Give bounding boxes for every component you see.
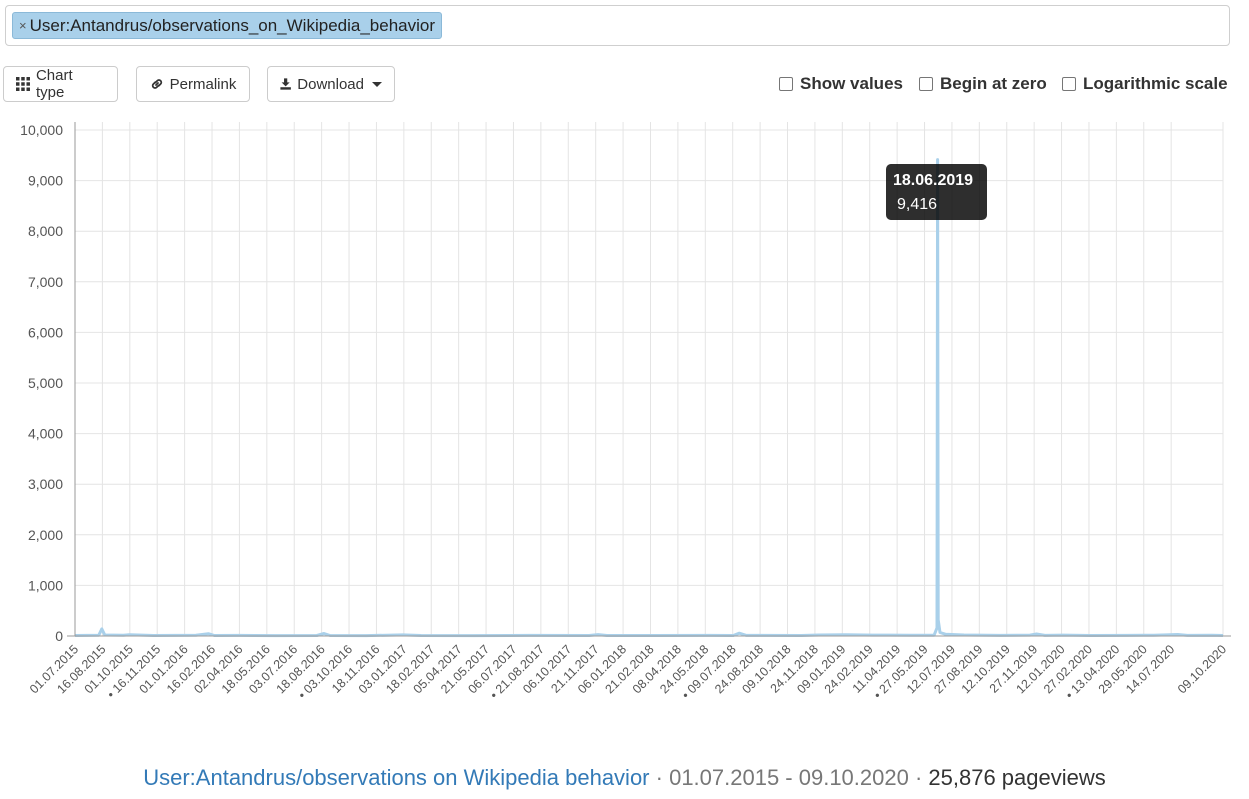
summary-separator: · <box>649 765 670 790</box>
y-tick-label: 4,000 <box>28 426 63 442</box>
y-tick-label: 3,000 <box>28 476 63 492</box>
download-button[interactable]: Download <box>267 66 395 102</box>
y-tick-label: 2,000 <box>28 527 63 543</box>
chart-type-button[interactable]: Chart type <box>3 66 118 102</box>
y-tick-label: 8,000 <box>28 223 63 239</box>
y-tick-label: 0 <box>55 628 63 644</box>
tooltip-value: 9,416 <box>897 196 938 213</box>
begin-at-zero-option[interactable]: Begin at zero <box>919 73 1047 95</box>
begin-at-zero-checkbox[interactable] <box>919 77 933 91</box>
chart-type-label: Chart type <box>35 67 73 101</box>
article-search-box[interactable]: × User:Antandrus/observations_on_Wikiped… <box>5 5 1230 46</box>
show-values-checkbox[interactable] <box>779 77 793 91</box>
show-values-label: Show values <box>800 74 903 93</box>
y-tick-label: 1,000 <box>28 577 63 593</box>
x-axis-labels: 01.07.201516.08.201501.10.2015• 16.11.20… <box>27 642 1229 702</box>
chart-axes <box>67 122 1231 637</box>
permalink-button[interactable]: Permalink <box>136 66 250 102</box>
article-tag[interactable]: × User:Antandrus/observations_on_Wikiped… <box>12 12 442 39</box>
chevron-down-icon <box>372 81 382 87</box>
chart-tooltip: 18.06.2019 9,416 <box>886 164 987 220</box>
remove-tag-icon[interactable]: × <box>19 13 27 38</box>
download-icon <box>280 78 291 90</box>
y-axis-labels: 0 1,000 2,000 3,000 4,000 5,000 6,000 7,000 8,00… <box>20 122 63 644</box>
begin-at-zero-label: Begin at zero <box>940 74 1047 93</box>
date-range: 01.07.2015 - 09.10.2020 <box>669 765 909 790</box>
y-tick-label: 9,000 <box>28 173 63 189</box>
log-scale-checkbox[interactable] <box>1062 77 1076 91</box>
y-tick-label: 5,000 <box>28 375 63 391</box>
show-values-option[interactable]: Show values <box>779 73 903 95</box>
article-link[interactable]: User:Antandrus/observations on Wikipedia… <box>143 765 649 790</box>
pageviews-total: 25,876 pageviews <box>928 765 1106 790</box>
download-label: Download <box>297 75 364 93</box>
x-tick-label: 09.10.2020 <box>1175 642 1229 696</box>
y-gridlines <box>75 129 1223 637</box>
pageviews-chart[interactable]: 0 1,000 2,000 3,000 4,000 5,000 6,000 7,000 8,00… <box>0 110 1249 750</box>
y-tick-label: 10,000 <box>20 122 63 138</box>
y-tick-label: 7,000 <box>28 274 63 290</box>
tooltip-date: 18.06.2019 <box>893 172 974 189</box>
chart-summary: User:Antandrus/observations on Wikipedia… <box>0 765 1249 791</box>
permalink-label: Permalink <box>169 75 237 93</box>
x-gridlines <box>74 122 1224 636</box>
article-tag-label: User:Antandrus/observations_on_Wikipedia… <box>29 16 435 35</box>
log-scale-label: Logarithmic scale <box>1083 74 1228 93</box>
log-scale-option[interactable]: Logarithmic scale <box>1062 73 1228 95</box>
summary-separator: · <box>908 765 929 790</box>
grid-icon <box>16 77 30 91</box>
link-icon <box>151 79 162 89</box>
y-tick-label: 6,000 <box>28 324 63 340</box>
